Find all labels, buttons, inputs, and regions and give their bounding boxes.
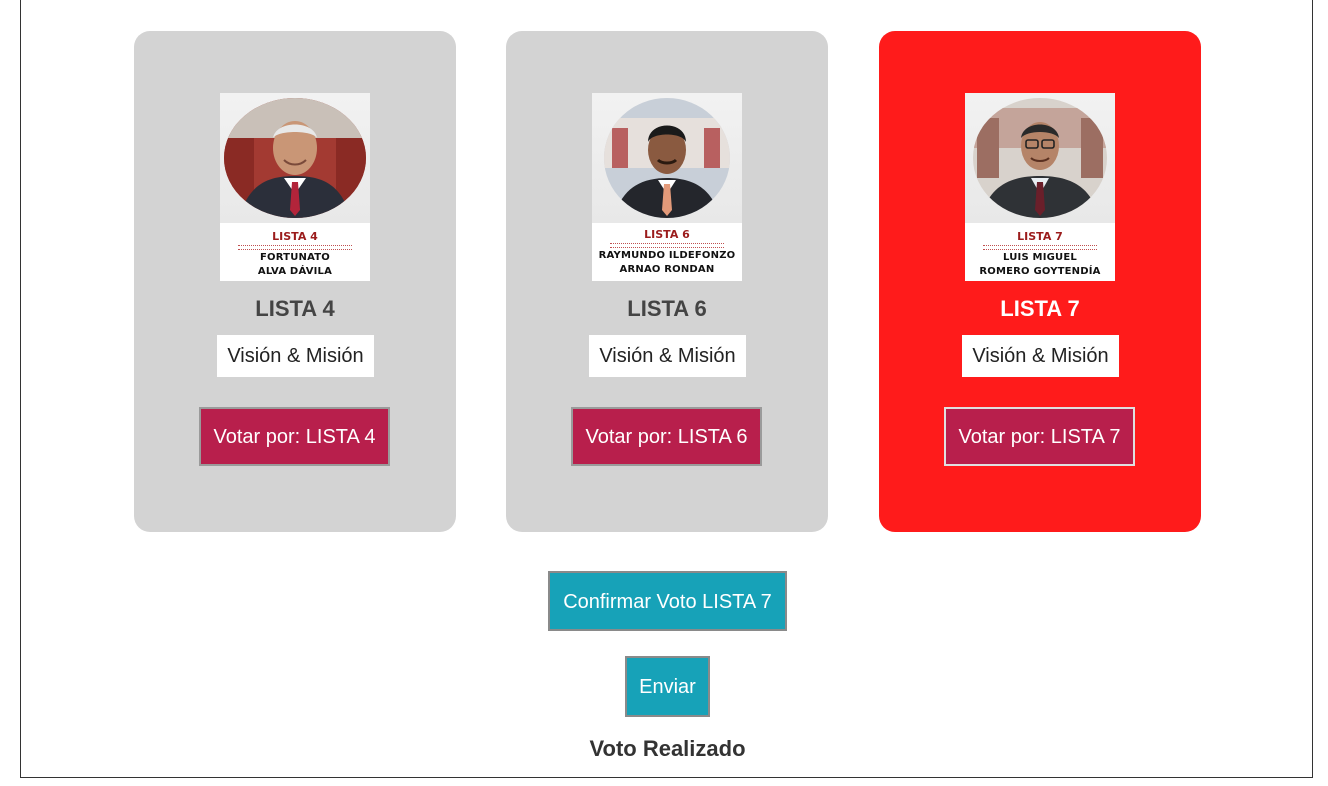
photo-candidate-name: RAYMUNDO ILDEFONZO ARNAO RONDAN bbox=[592, 249, 742, 277]
vote-button-lista-7[interactable]: Votar por: LISTA 7 bbox=[944, 407, 1135, 466]
card-title: LISTA 7 bbox=[1000, 296, 1080, 321]
portrait-image bbox=[973, 98, 1107, 218]
vision-mission-button[interactable]: Visión & Misión bbox=[589, 335, 746, 377]
candidate-card-lista-7: LISTA 7 LUIS MIGUEL ROMERO GOYTENDÍA LIS… bbox=[879, 31, 1201, 532]
confirm-vote-button[interactable]: Confirmar Voto LISTA 7 bbox=[548, 571, 787, 631]
photo-name-line: ALVA DÁVILA bbox=[257, 266, 333, 277]
portrait-image bbox=[224, 98, 366, 218]
candidate-photo: LISTA 6 RAYMUNDO ILDEFONZO ARNAO RONDAN bbox=[592, 93, 742, 281]
vision-mission-button[interactable]: Visión & Misión bbox=[217, 335, 374, 377]
candidate-portrait bbox=[224, 98, 366, 218]
candidate-card-lista-4: LISTA 4 FORTUNATO ALVA DÁVILA LISTA 4 Vi… bbox=[134, 31, 456, 532]
candidate-card-lista-6: LISTA 6 RAYMUNDO ILDEFONZO ARNAO RONDAN … bbox=[506, 31, 828, 532]
vote-button-lista-6[interactable]: Votar por: LISTA 6 bbox=[571, 407, 762, 466]
candidate-portrait bbox=[973, 98, 1107, 218]
portrait-image bbox=[604, 98, 730, 218]
photo-name-line: LUIS MIGUEL bbox=[1003, 252, 1077, 263]
photo-candidate-name: FORTUNATO ALVA DÁVILA bbox=[220, 251, 370, 279]
card-title: LISTA 4 bbox=[255, 296, 335, 321]
photo-divider bbox=[238, 245, 352, 250]
photo-name-line: ARNAO RONDAN bbox=[619, 264, 715, 275]
send-button[interactable]: Enviar bbox=[625, 656, 710, 717]
vote-button-lista-4[interactable]: Votar por: LISTA 4 bbox=[199, 407, 390, 466]
photo-list-label: LISTA 7 bbox=[1017, 230, 1063, 243]
photo-divider bbox=[610, 243, 724, 248]
photo-candidate-name: LUIS MIGUEL ROMERO GOYTENDÍA bbox=[965, 251, 1115, 279]
vote-status-text: Voto Realizado bbox=[589, 736, 746, 761]
photo-list-label: LISTA 4 bbox=[272, 230, 318, 243]
photo-name-line: FORTUNATO bbox=[260, 252, 330, 263]
photo-divider bbox=[983, 245, 1097, 250]
candidate-photo: LISTA 7 LUIS MIGUEL ROMERO GOYTENDÍA bbox=[965, 93, 1115, 281]
candidate-photo: LISTA 4 FORTUNATO ALVA DÁVILA bbox=[220, 93, 370, 281]
photo-list-label: LISTA 6 bbox=[644, 228, 690, 241]
candidate-portrait bbox=[604, 98, 730, 218]
photo-name-line: ROMERO GOYTENDÍA bbox=[979, 266, 1101, 277]
card-title: LISTA 6 bbox=[627, 296, 707, 321]
photo-name-line: RAYMUNDO ILDEFONZO bbox=[598, 250, 736, 261]
vision-mission-button[interactable]: Visión & Misión bbox=[962, 335, 1119, 377]
